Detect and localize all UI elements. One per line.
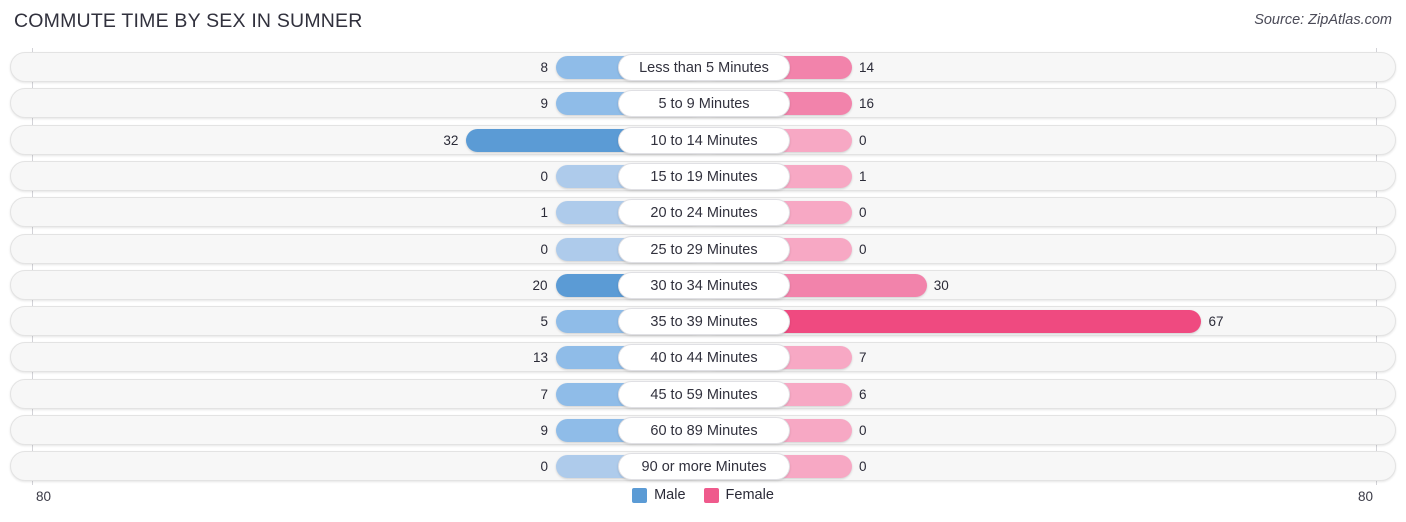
category-label: 40 to 44 Minutes (618, 344, 790, 372)
legend-swatch-icon (632, 487, 648, 503)
bar-value-male: 20 (532, 277, 548, 293)
bar-value-male: 0 (540, 241, 548, 257)
bar-value-male: 0 (540, 168, 548, 184)
bar-value-female: 6 (859, 386, 867, 402)
category-label: 60 to 89 Minutes (618, 417, 790, 444)
bar-value-female: 1 (859, 168, 867, 184)
bar-value-male: 32 (443, 132, 459, 148)
table-row: 9 0 60 to 89 Minutes (10, 415, 1396, 445)
bar-value-female: 67 (1208, 314, 1224, 330)
bar-value-female: 16 (859, 96, 875, 112)
table-row: 8 14 Less than 5 Minutes (10, 52, 1396, 82)
table-row: 5 67 35 to 39 Minutes (10, 306, 1396, 337)
bar-value-female: 0 (859, 132, 867, 148)
bar-value-male: 9 (540, 423, 548, 438)
chart-footer: 80 80 Male Female (0, 485, 1406, 522)
page-title: COMMUTE TIME BY SEX IN SUMNER (14, 10, 363, 32)
table-row: 0 0 90 or more Minutes (10, 451, 1396, 482)
table-row: 0 0 25 to 29 Minutes (10, 233, 1396, 264)
category-label: 10 to 14 Minutes (618, 126, 790, 154)
category-label: 25 to 29 Minutes (618, 235, 790, 263)
category-label: 45 to 59 Minutes (618, 380, 790, 408)
table-row: 1 0 20 to 24 Minutes (10, 197, 1396, 228)
category-label: Less than 5 Minutes (618, 54, 790, 81)
category-label: 35 to 39 Minutes (618, 308, 790, 336)
legend-item-male[interactable]: Male (632, 487, 686, 503)
category-label: 20 to 24 Minutes (618, 199, 790, 227)
chart-container: COMMUTE TIME BY SEX IN SUMNER Source: Zi… (0, 0, 1406, 522)
bar-value-male: 9 (540, 96, 548, 112)
bar-value-female: 0 (859, 241, 867, 257)
table-row: 20 30 30 to 34 Minutes (10, 269, 1396, 300)
source-attribution: Source: ZipAtlas.com (1254, 12, 1392, 28)
bar-value-female: 30 (933, 277, 949, 293)
bar-value-male: 13 (532, 350, 548, 366)
bar-value-male: 7 (540, 386, 548, 402)
bar-value-female: 0 (859, 459, 867, 475)
legend-label: Female (725, 487, 774, 503)
bar-value-female: 7 (859, 350, 867, 366)
category-label: 5 to 9 Minutes (618, 90, 790, 118)
table-row: 32 0 10 to 14 Minutes (10, 124, 1396, 155)
table-row: 7 6 45 to 59 Minutes (10, 378, 1396, 409)
chart-header: COMMUTE TIME BY SEX IN SUMNER Source: Zi… (0, 0, 1406, 44)
bar-value-male: 0 (540, 459, 548, 475)
category-label: 30 to 34 Minutes (618, 271, 790, 299)
legend-item-female[interactable]: Female (703, 487, 774, 503)
category-label: 90 or more Minutes (618, 453, 790, 481)
table-row: 0 1 15 to 19 Minutes (10, 160, 1396, 191)
bar-value-male: 8 (540, 60, 548, 75)
bar-value-female: 14 (859, 60, 875, 75)
bar-value-male: 1 (540, 205, 548, 221)
plot-area: 8 14 Less than 5 Minutes 9 16 5 to 9 Minutes 3… (0, 48, 1406, 485)
chart-legend: Male Female (0, 487, 1406, 503)
bar-value-female: 0 (859, 423, 867, 438)
bar-value-female: 0 (859, 205, 867, 221)
table-row: 13 7 40 to 44 Minutes (10, 342, 1396, 373)
table-row: 9 16 5 to 9 Minutes (10, 88, 1396, 119)
bar-value-male: 5 (540, 314, 548, 330)
category-label: 15 to 19 Minutes (618, 162, 790, 190)
legend-label: Male (654, 487, 686, 503)
legend-swatch-icon (703, 487, 719, 503)
